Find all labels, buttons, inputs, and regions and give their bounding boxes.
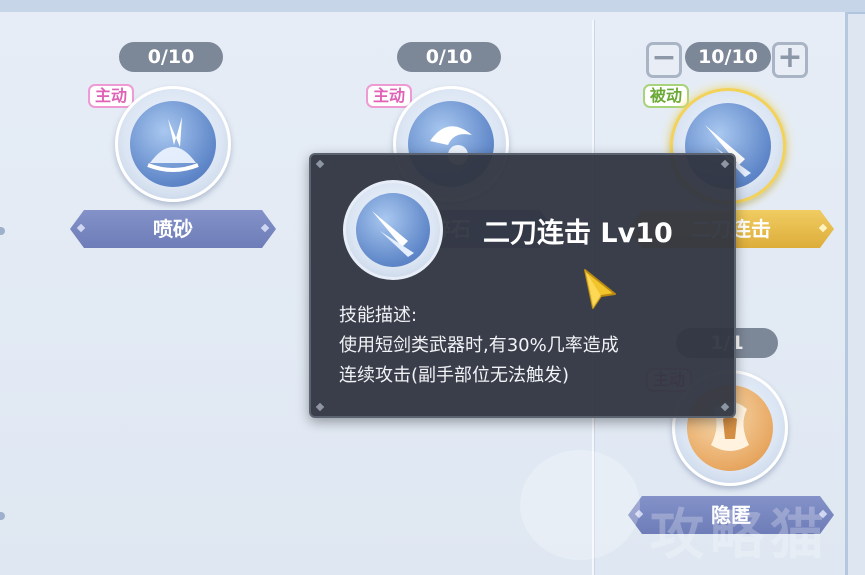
pointer-cursor-icon [584,269,616,309]
skill-type-tag: 主动 [88,84,135,108]
skill-level-pill: 0/10 [119,42,223,72]
edge-marker [0,512,5,520]
description-line: 连续攻击(副手部位无法触发) [339,365,570,386]
skill-tooltip: 二刀连击 Lv10 技能描述: 使用短剑类武器时,有30%几率造成 连续攻击(副… [309,153,736,418]
minus-button[interactable]: − [646,42,682,78]
skill-level-pill: 10/10 [685,42,771,72]
skill-type-tag: 主动 [366,84,413,108]
twin-blade-icon [343,180,443,280]
skill-name-bar: 喷砂 [70,210,276,248]
description-label: 技能描述: [339,305,418,326]
plus-button[interactable]: + [772,42,808,78]
sand-splash-icon[interactable] [115,86,231,202]
skill-type-tag: 被动 [643,84,690,108]
skill-name: 喷砂 [153,217,193,241]
skill-name-bar: 隐匿 [628,496,834,534]
skill-name: 隐匿 [711,503,751,527]
description-line: 使用短剑类武器时,有30%几率造成 [339,335,619,356]
tooltip-title: 二刀连击 Lv10 [483,218,673,249]
skill-level-pill: 0/10 [397,42,501,72]
tooltip-description: 技能描述: 使用短剑类武器时,有30%几率造成 连续攻击(副手部位无法触发) [339,301,719,391]
edge-marker [0,227,5,235]
